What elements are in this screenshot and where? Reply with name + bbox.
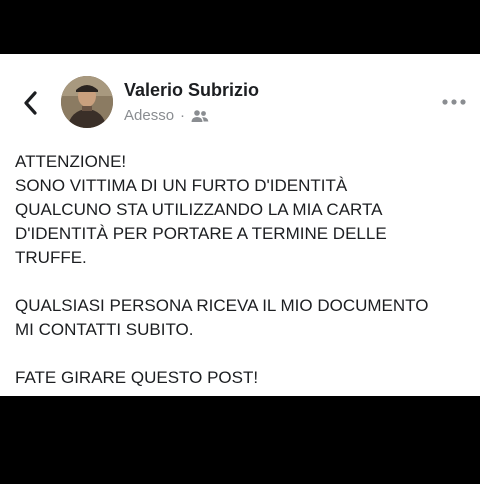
post-text: ATTENZIONE! SONO VITTIMA DI UN FURTO D'I… bbox=[15, 152, 429, 387]
more-horizontal-icon bbox=[442, 99, 466, 105]
meta-separator: · bbox=[180, 107, 186, 124]
friends-icon[interactable] bbox=[191, 109, 209, 123]
post-meta: Adesso · bbox=[124, 107, 209, 124]
more-options-button[interactable] bbox=[442, 94, 466, 105]
post-card: Valerio Subrizio Adesso · ATTENZIONE! SO… bbox=[0, 54, 480, 396]
back-button[interactable] bbox=[18, 88, 44, 118]
author-name[interactable]: Valerio Subrizio bbox=[124, 80, 259, 101]
post-timestamp[interactable]: Adesso bbox=[124, 107, 174, 124]
avatar[interactable] bbox=[61, 76, 113, 128]
chevron-left-icon bbox=[24, 91, 37, 115]
avatar-image bbox=[61, 76, 113, 128]
